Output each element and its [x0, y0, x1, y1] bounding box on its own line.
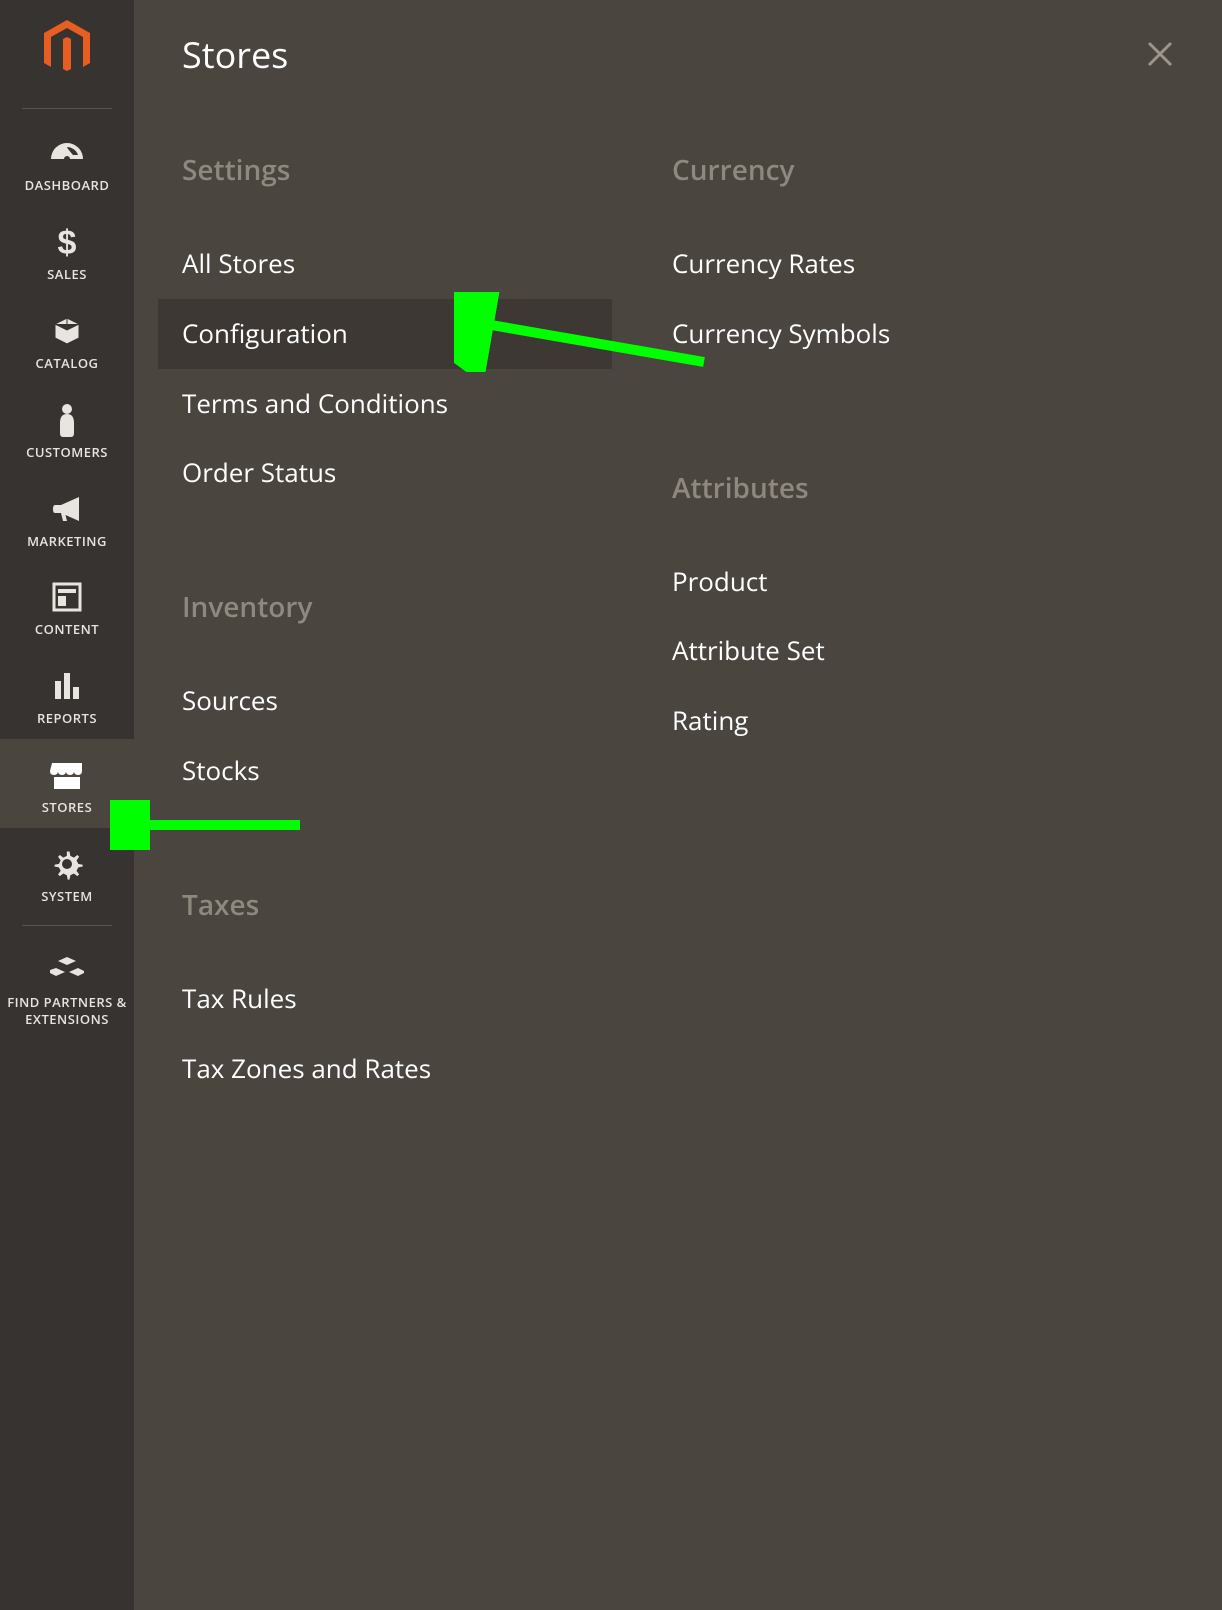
sidebar-divider	[22, 108, 112, 109]
sidebar-label: DASHBOARD	[25, 177, 110, 194]
section-title: Attributes	[672, 469, 1102, 507]
menu-link-terms[interactable]: Terms and Conditions	[182, 369, 612, 439]
menu-link-attribute-set[interactable]: Attribute Set	[672, 616, 1102, 686]
panel-column-right: Currency Currency Rates Currency Symbols…	[672, 151, 1102, 1183]
sidebar-item-customers[interactable]: CUSTOMERS	[0, 384, 134, 473]
sidebar-label: MARKETING	[27, 533, 107, 550]
section-attributes: Attributes Product Attribute Set Rating	[672, 469, 1102, 756]
menu-link-tax-rules[interactable]: Tax Rules	[182, 964, 612, 1034]
menu-link-rating[interactable]: Rating	[672, 686, 1102, 756]
menu-link-all-stores[interactable]: All Stores	[182, 229, 612, 299]
sidebar-label: STORES	[42, 799, 92, 816]
svg-text:$: $	[58, 224, 77, 260]
sidebar-item-partners[interactable]: FIND PARTNERS & EXTENSIONS	[0, 934, 134, 1040]
store-icon	[50, 757, 84, 793]
dashboard-icon	[49, 135, 85, 171]
menu-link-sources[interactable]: Sources	[182, 666, 612, 736]
chart-icon	[52, 668, 82, 704]
menu-link-stocks[interactable]: Stocks	[182, 736, 612, 806]
menu-link-configuration[interactable]: Configuration	[158, 299, 612, 369]
section-currency: Currency Currency Rates Currency Symbols	[672, 151, 1102, 369]
menu-link-currency-symbols[interactable]: Currency Symbols	[672, 299, 1102, 369]
panel-title: Stores	[182, 30, 1174, 79]
sidebar-item-sales[interactable]: $ SALES	[0, 206, 134, 295]
sidebar-divider	[22, 925, 112, 926]
sidebar-item-marketing[interactable]: MARKETING	[0, 473, 134, 562]
sidebar-item-stores[interactable]: STORES	[0, 739, 134, 828]
megaphone-icon	[51, 491, 83, 527]
section-taxes: Taxes Tax Rules Tax Zones and Rates	[182, 886, 612, 1104]
menu-link-tax-zones[interactable]: Tax Zones and Rates	[182, 1034, 612, 1104]
sidebar-item-reports[interactable]: REPORTS	[0, 650, 134, 739]
magento-logo[interactable]	[39, 20, 95, 76]
section-title: Taxes	[182, 886, 612, 924]
close-button[interactable]	[1142, 36, 1178, 72]
section-title: Inventory	[182, 588, 612, 626]
menu-link-order-status[interactable]: Order Status	[182, 438, 612, 508]
person-icon	[57, 402, 77, 438]
panel-column-left: Settings All Stores Configuration Terms …	[182, 151, 612, 1183]
gear-icon	[51, 846, 83, 882]
box-icon	[52, 313, 82, 349]
section-title: Currency	[672, 151, 1102, 189]
blocks-icon	[50, 952, 84, 988]
sidebar-label: CONTENT	[35, 621, 99, 638]
sidebar-label: REPORTS	[37, 710, 97, 727]
sidebar-item-content[interactable]: CONTENT	[0, 561, 134, 650]
sidebar-item-system[interactable]: SYSTEM	[0, 828, 134, 917]
sidebar-label: CATALOG	[35, 355, 98, 372]
sidebar-item-dashboard[interactable]: DASHBOARD	[0, 117, 134, 206]
dollar-icon: $	[56, 224, 78, 260]
sidebar-label: FIND PARTNERS & EXTENSIONS	[0, 994, 134, 1028]
sidebar-label: CUSTOMERS	[26, 444, 108, 461]
sidebar-label: SALES	[47, 266, 87, 283]
menu-link-currency-rates[interactable]: Currency Rates	[672, 229, 1102, 299]
menu-link-product[interactable]: Product	[672, 547, 1102, 617]
stores-flyout-panel: Stores Settings All Stores Configuration…	[134, 0, 1222, 1610]
admin-sidebar: DASHBOARD $ SALES CATALOG CUSTOMERS MARK…	[0, 0, 134, 1610]
layout-icon	[52, 579, 82, 615]
section-title: Settings	[182, 151, 612, 189]
close-icon	[1145, 39, 1175, 69]
section-settings: Settings All Stores Configuration Terms …	[182, 151, 612, 508]
sidebar-item-catalog[interactable]: CATALOG	[0, 295, 134, 384]
section-inventory: Inventory Sources Stocks	[182, 588, 612, 806]
sidebar-label: SYSTEM	[41, 888, 93, 905]
